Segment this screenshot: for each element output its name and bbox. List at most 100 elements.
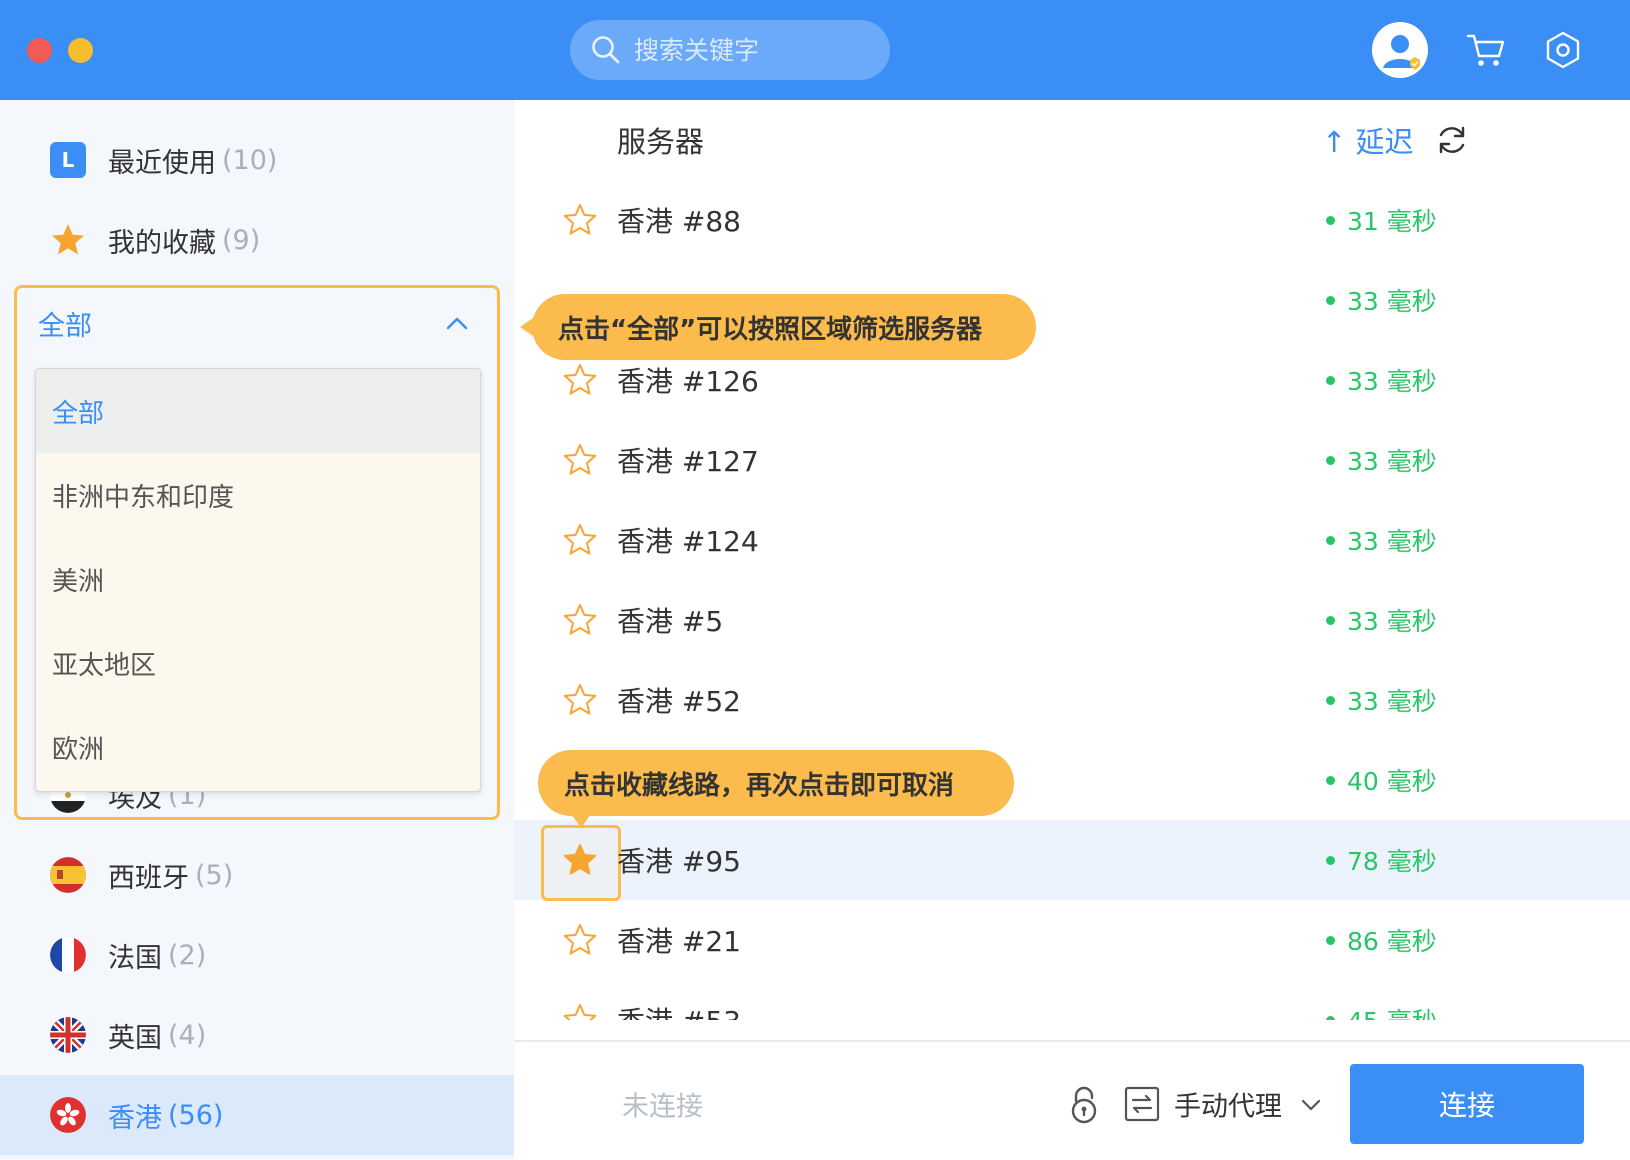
server-list-panel: 服务器 ↑ 延迟 香港 #88 31 毫秒 33 毫秒 香港 #126 33 毫秒 香港 …	[514, 100, 1630, 1160]
sidebar-item-label: 最近使用	[108, 147, 216, 179]
region-filter-value: 全部	[38, 310, 92, 342]
sidebar-item-count: (2)	[168, 939, 207, 971]
latency-value: 33 毫秒	[1326, 682, 1437, 718]
connection-status: 未连接	[622, 1091, 703, 1123]
latency-value: 31 毫秒	[1326, 202, 1437, 238]
star-outline-icon[interactable]	[562, 202, 598, 238]
spain-flag-icon	[50, 857, 86, 893]
minimize-window-button[interactable]	[68, 38, 93, 63]
star-outline-icon[interactable]	[562, 362, 598, 398]
hongkong-flag-icon	[50, 1097, 86, 1133]
star-outline-icon[interactable]	[562, 442, 598, 478]
status-dot	[1326, 455, 1335, 465]
server-row[interactable]: 香港 #5 33 毫秒	[514, 580, 1630, 660]
latency-text: 33 毫秒	[1347, 527, 1437, 556]
search-input[interactable]	[634, 35, 874, 65]
refresh-icon[interactable]	[1434, 122, 1470, 158]
latency-text: 31 毫秒	[1347, 207, 1437, 236]
server-row[interactable]: 香港 #127 33 毫秒	[514, 420, 1630, 500]
region-option[interactable]: 非洲中东和印度	[36, 453, 480, 537]
server-list-header: 服务器 ↑ 延迟	[514, 100, 1630, 180]
server-row[interactable]: 香港 #52 33 毫秒	[514, 660, 1630, 740]
latency-text: 78 毫秒	[1347, 847, 1437, 876]
status-dot	[1326, 295, 1335, 305]
connect-button[interactable]: 连接	[1350, 1064, 1584, 1144]
star-outline-icon[interactable]	[562, 1002, 598, 1020]
sidebar-item-france[interactable]: 法国 (2)	[0, 915, 514, 995]
sidebar-item-label: 西班牙	[108, 862, 189, 894]
search-box[interactable]	[570, 20, 890, 80]
latency-sort-button[interactable]: ↑ 延迟	[1322, 119, 1414, 161]
sidebar-item-label: 香港	[108, 1102, 162, 1134]
star-outline-icon[interactable]	[562, 682, 598, 718]
chevron-down-icon[interactable]	[1300, 1097, 1322, 1113]
server-row[interactable]: 香港 #95 78 毫秒	[514, 820, 1630, 901]
latency-value: 33 毫秒	[1326, 362, 1437, 398]
region-filter-select[interactable]: 全部	[38, 298, 468, 348]
sidebar-item-count: (4)	[168, 1019, 207, 1051]
star-outline-icon[interactable]	[562, 602, 598, 638]
server-name: 香港 #127	[617, 445, 759, 478]
star-filled-icon[interactable]	[562, 842, 598, 878]
status-dot	[1326, 535, 1335, 545]
star-filled-icon	[52, 224, 84, 255]
status-dot	[1326, 215, 1335, 225]
avatar[interactable]	[1372, 22, 1428, 78]
server-name: 香港 #53	[617, 1000, 741, 1020]
sidebar-item-spain[interactable]: 西班牙 (5)	[0, 835, 514, 915]
server-row[interactable]: 香港 #124 33 毫秒	[514, 500, 1630, 580]
server-name: 香港 #95	[617, 845, 741, 878]
callout-tail	[571, 814, 591, 828]
sidebar-item-count: (9)	[222, 224, 261, 256]
latency-text: 33 毫秒	[1347, 287, 1437, 316]
server-row[interactable]: 香港 #21 86 毫秒	[514, 900, 1630, 980]
status-dot	[1326, 935, 1335, 945]
france-flag-icon	[50, 937, 86, 973]
region-filter-tip: 点击“全部”可以按照区域筛选服务器	[532, 294, 1036, 360]
region-option[interactable]: 亚太地区	[36, 621, 480, 705]
server-row[interactable]: 香港 #88 31 毫秒	[514, 180, 1630, 260]
lock-icon[interactable]	[1066, 1084, 1102, 1124]
server-name: 香港 #126	[617, 365, 759, 398]
star-outline-icon[interactable]	[562, 522, 598, 558]
server-name: 香港 #21	[617, 925, 741, 958]
latency-value: 33 毫秒	[1326, 282, 1437, 318]
proxy-mode-icon	[1124, 1086, 1160, 1122]
sidebar-item-recent[interactable]: L 最近使用 (10)	[0, 120, 514, 200]
region-option[interactable]: 美洲	[36, 537, 480, 621]
cart-icon[interactable]	[1465, 28, 1509, 72]
proxy-mode-select[interactable]: 手动代理	[1174, 1085, 1282, 1124]
uk-flag-icon	[50, 1017, 86, 1053]
server-name: 香港 #5	[617, 605, 724, 638]
latency-text: 45 毫秒	[1347, 1002, 1437, 1020]
settings-icon[interactable]	[1541, 28, 1585, 72]
region-dropdown-menu: 全部 非洲中东和印度 美洲 亚太地区 欧洲	[35, 368, 481, 792]
close-window-button[interactable]	[27, 38, 52, 63]
latency-value: 33 毫秒	[1326, 442, 1437, 478]
latency-value: 33 毫秒	[1326, 602, 1437, 638]
search-icon	[592, 36, 620, 64]
latency-text: 33 毫秒	[1347, 447, 1437, 476]
sidebar-item-label: 英国	[108, 1022, 162, 1054]
sidebar-item-hongkong[interactable]: 香港 (56)	[0, 1075, 514, 1155]
server-column-title: 服务器	[617, 125, 705, 159]
app-window: L 最近使用 (10) 我的收藏 (9) 埃及 (1) 西班牙 (5)	[0, 0, 1630, 1160]
sidebar-item-label: 我的收藏	[108, 227, 216, 259]
status-dot	[1326, 695, 1335, 705]
sidebar-item-favorites[interactable]: 我的收藏 (9)	[0, 200, 514, 280]
latency-value: 33 毫秒	[1326, 522, 1437, 558]
latency-text: 40 毫秒	[1347, 767, 1437, 796]
sidebar-item-count: (5)	[195, 859, 234, 891]
sidebar-item-uk[interactable]: 英国 (4)	[0, 995, 514, 1075]
status-dot	[1326, 615, 1335, 625]
server-row[interactable]: 香港 #53 45 毫秒	[514, 980, 1630, 1020]
latency-text: 86 毫秒	[1347, 927, 1437, 956]
status-dot	[1326, 775, 1335, 785]
region-option[interactable]: 欧洲	[36, 705, 480, 789]
star-outline-icon[interactable]	[562, 922, 598, 958]
favorite-tip: 点击收藏线路，再次点击即可取消	[538, 750, 1014, 816]
latency-value: 78 毫秒	[1326, 842, 1437, 878]
region-option[interactable]: 全部	[36, 369, 480, 453]
status-dot	[1326, 1015, 1335, 1020]
sidebar-item-count: (10)	[222, 144, 278, 176]
